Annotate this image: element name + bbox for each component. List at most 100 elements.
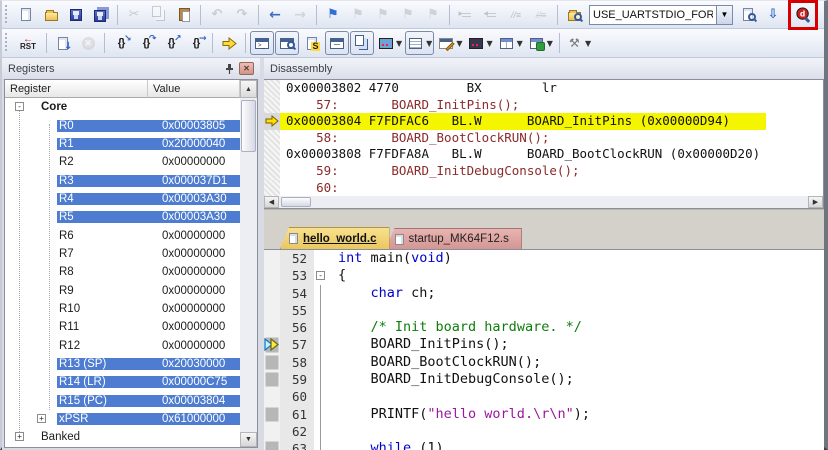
column-header-register[interactable]: Register [5,80,148,98]
chevron-down-icon[interactable]: ▼ [585,39,591,48]
marker-margin[interactable] [264,440,280,450]
breakpoint-margin[interactable] [264,146,280,163]
pin-icon[interactable] [223,63,235,75]
register-row[interactable]: R13 (SP)0x20030000 [5,355,257,373]
marker-margin[interactable] [264,250,280,267]
new-file-button[interactable] [14,3,38,27]
register-row[interactable]: R80x00000000 [5,263,257,281]
fold-margin[interactable] [314,423,328,440]
paste-button[interactable] [172,3,196,27]
fold-margin[interactable] [314,336,328,353]
step-out-button[interactable]: {}↗ [159,31,183,55]
expand-icon[interactable]: + [15,432,24,441]
register-row[interactable]: R90x00000000 [5,281,257,299]
show-next-statement-button[interactable] [217,31,241,55]
breakpoint-margin[interactable] [264,163,280,180]
copy-view-button[interactable] [350,31,374,55]
chevron-down-icon[interactable]: ▼ [517,39,523,48]
fold-margin[interactable] [314,406,328,423]
open-file-button[interactable] [39,3,63,27]
chevron-down-icon[interactable]: ▼ [426,39,432,48]
register-row[interactable]: R50x00003A30 [5,208,257,226]
step-into-button[interactable]: {}↘ [109,31,133,55]
breakpoint-margin[interactable] [264,80,280,97]
register-row[interactable]: R40x00003A30 [5,190,257,208]
toggle-breakpoint-button[interactable]: ⚑ [321,3,345,27]
fold-margin[interactable] [314,388,328,405]
register-row[interactable]: R20x00000000 [5,153,257,171]
register-row[interactable]: R110x00000000 [5,318,257,336]
toolbar-grip[interactable] [5,33,10,53]
marker-margin[interactable] [264,285,280,302]
chevron-down-icon[interactable]: ▼ [717,5,733,25]
marker-margin[interactable] [264,406,280,423]
close-icon[interactable]: ✕ [239,62,254,75]
register-row[interactable]: R70x00000000 [5,245,257,263]
scroll-left-icon[interactable]: ◀ [264,196,279,208]
register-row[interactable]: R60x00000000 [5,226,257,244]
fold-margin[interactable] [314,302,328,319]
grid-view-button[interactable]: ▼ [405,31,434,55]
toolbar-grip[interactable] [5,5,10,25]
chevron-down-icon[interactable]: ▼ [456,39,462,48]
column-header-value[interactable]: Value [148,80,240,98]
breakpoint-margin[interactable] [264,97,280,114]
marker-margin[interactable] [264,423,280,440]
register-row[interactable]: R120x00000000 [5,336,257,354]
register-row[interactable]: R10x20000040 [5,135,257,153]
registers-vertical-scrollbar[interactable]: ▼ [240,98,257,447]
tab-startup-mk64f12-s[interactable]: startup_MK64F12.s [386,228,522,249]
find-in-files-button[interactable] [562,3,586,27]
expand-icon[interactable]: + [37,414,46,423]
tab-hello-world-c[interactable]: hello_world.c [280,227,390,249]
register-row[interactable]: R00x00003805 [5,116,257,134]
script-view-button[interactable]: S [300,31,324,55]
register-row[interactable]: R100x00000000 [5,300,257,318]
register-row[interactable]: +Banked [5,428,257,446]
table-view-button[interactable]: ▼ [496,31,525,55]
fold-margin[interactable] [314,371,328,388]
fold-margin[interactable] [314,319,328,336]
marker-margin[interactable] [264,354,280,371]
scrollbar-thumb[interactable] [281,197,311,207]
register-row[interactable]: +xPSR0x61000000 [5,410,257,428]
chart-view-button[interactable]: ▼ [526,31,555,55]
register-row[interactable]: R30x000037D1 [5,171,257,189]
navigate-back-button[interactable]: ← [263,3,287,27]
marker-margin[interactable] [264,302,280,319]
breakpoint-margin[interactable] [264,180,280,197]
chevron-down-icon[interactable]: ▼ [486,39,492,48]
fold-margin[interactable] [314,250,328,267]
find-options-button[interactable] [736,3,760,27]
marker-margin[interactable] [264,267,280,284]
reset-button[interactable]: ←RST [14,31,42,55]
marker-margin[interactable] [264,336,280,353]
step-over-button[interactable]: {}↷ [134,31,158,55]
code-editor[interactable]: 52int main(void)53-{54 char ch;5556 /* I… [264,249,824,450]
notes-view-button[interactable]: ▼ [435,31,464,55]
scroll-right-icon[interactable]: ▶ [808,196,823,208]
fold-margin[interactable] [314,354,328,371]
fold-margin[interactable] [314,285,328,302]
chevron-down-icon[interactable]: ▼ [547,39,553,48]
chevron-down-icon[interactable]: ▼ [396,39,402,48]
scroll-down-icon[interactable]: ▼ [240,432,257,447]
watch-view-button[interactable]: ▼ [375,31,404,55]
register-row[interactable]: -Core [5,98,257,116]
breakpoint-margin[interactable] [264,130,280,147]
marker-margin[interactable] [264,319,280,336]
disassembly-horizontal-scrollbar[interactable]: ◀ ▶ [264,196,823,208]
console-view-button[interactable]: >_ [250,31,274,55]
incremental-search-button[interactable]: d [791,3,815,27]
marker-margin[interactable] [264,371,280,388]
fold-collapse-icon[interactable]: - [316,271,325,280]
run-to-line-button[interactable]: ↓ [51,31,75,55]
trace-view-button[interactable]: ▼ [465,31,494,55]
collapse-icon[interactable]: - [15,102,24,111]
breakpoint-margin[interactable] [264,113,280,130]
tools-button[interactable]: ⚒▼ [564,31,593,55]
marker-margin[interactable] [264,388,280,405]
search-input[interactable] [589,5,717,25]
memory-view-button[interactable] [325,31,349,55]
scroll-up-icon[interactable]: ▲ [240,80,257,98]
